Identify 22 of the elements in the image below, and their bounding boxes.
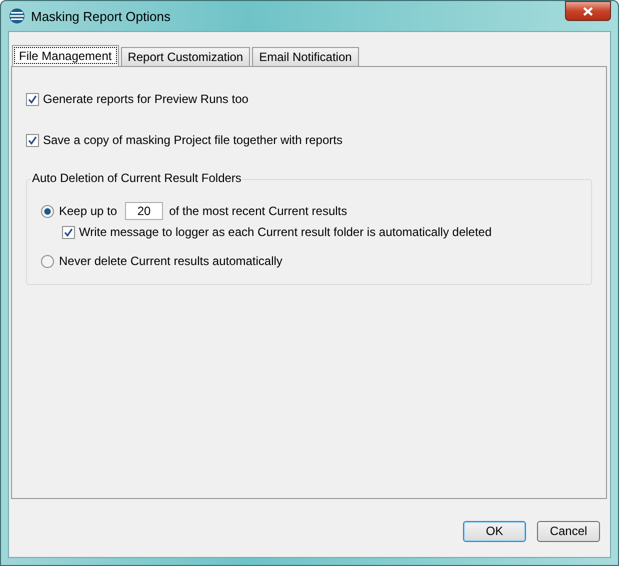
radio-button[interactable] [41,204,54,218]
checkbox[interactable] [62,226,75,238]
ok-button[interactable]: OK [463,520,526,542]
close-button[interactable] [565,1,611,21]
checkbox-label: Write message to logger as each Current result folder is automatically deleted [79,225,492,239]
tab[interactable]: File Management [12,45,119,66]
cancel-button[interactable]: Cancel [537,520,600,542]
window-title: Masking Report Options [31,8,172,24]
checkbox-label: Generate reports for Preview Runs too [43,92,248,106]
close-icon [583,6,593,16]
radio-label: Keep up to [59,204,118,218]
tab[interactable]: Report Customization [120,47,250,66]
radio-button[interactable] [41,254,54,268]
tab[interactable]: Email Notification [252,47,359,66]
app-logo-icon [9,8,25,24]
checkbox[interactable] [26,92,39,106]
checkbox[interactable] [26,134,39,146]
radio-label: Never delete Current results automatically [59,254,282,268]
checkbox-label: Save a copy of masking Project file together with reports [43,133,342,147]
count-input[interactable]: 20 [125,202,164,220]
field-label: of the most recent Current results [169,204,348,218]
group-title: Auto Deletion of Current Result Folders [31,171,242,185]
